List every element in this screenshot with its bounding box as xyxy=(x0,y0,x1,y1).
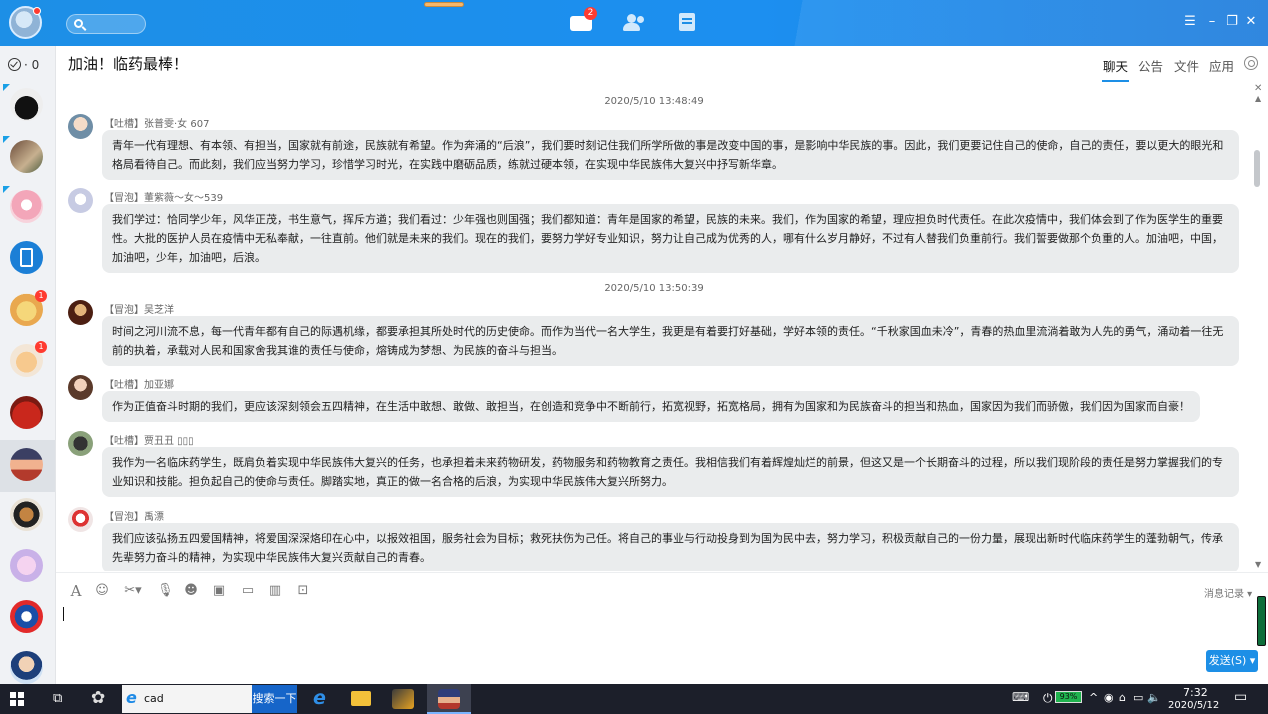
edge-icon[interactable]: e xyxy=(313,687,326,709)
avatar[interactable] xyxy=(68,188,93,213)
document-icon xyxy=(679,13,695,31)
emoji-icon[interactable]: ☺ xyxy=(94,583,110,599)
send-button[interactable]: 发送(S) ▾ xyxy=(1206,650,1258,672)
chat-title: 加油！临药最棒！ xyxy=(68,55,189,73)
fan-icon[interactable]: ✿ xyxy=(91,688,105,708)
search-input[interactable] xyxy=(66,14,146,34)
sender-name: 【吐槽】加亚娜 xyxy=(104,380,174,391)
text-cursor xyxy=(63,607,64,621)
message-bubble: 青年一代有理想、有本领、有担当，国家就有前途，民族就有希望。作为奔涌的“后浪”，… xyxy=(102,130,1239,180)
clock-time[interactable]: 7:32 xyxy=(1183,686,1208,699)
tab-space[interactable] xyxy=(677,12,699,32)
message-bubble: 我们学过：恰同学少年，风华正茂，书生意气，挥斥方遒；我们看过：少年强也则国强；我… xyxy=(102,204,1239,273)
task-view-icon[interactable]: ⧉ xyxy=(53,691,62,706)
avatar xyxy=(438,689,460,709)
close-button[interactable]: ✕ xyxy=(1243,14,1259,30)
message-bubble: 我作为一名临床药学生，既肩负着实现中华民族伟大复兴的任务，也承担着未来药物研发，… xyxy=(102,447,1239,497)
scrollbar[interactable] xyxy=(1254,150,1260,187)
avatar[interactable] xyxy=(68,375,93,400)
gift-icon[interactable]: ▥ xyxy=(267,583,283,599)
message-bubble: 作为正值奋斗时期的我们，更应该深刻领会五四精神，在生活中敢想、敢做、敢担当，在创… xyxy=(102,391,1200,422)
minimize-button[interactable]: – xyxy=(1204,14,1220,30)
conversation-item[interactable] xyxy=(10,600,43,633)
side-widget[interactable] xyxy=(1257,596,1266,646)
menu-icon[interactable]: ☰ xyxy=(1182,14,1198,30)
scroll-up-icon[interactable]: ▲ xyxy=(1255,94,1261,103)
sender-name: 【冒泡】吴芝洋 xyxy=(104,305,174,316)
message-history-button[interactable]: 消息记录 ▾ xyxy=(1204,585,1252,600)
avatar[interactable] xyxy=(68,300,93,325)
conversation-item[interactable] xyxy=(3,136,43,173)
network-icon[interactable]: ⌂ xyxy=(1119,691,1126,704)
search-icon xyxy=(74,19,83,28)
timestamp: 2020/5/10 13:50:39 xyxy=(604,283,704,294)
tab-files[interactable]: 文件 xyxy=(1174,56,1199,75)
tab-messages[interactable]: 2 xyxy=(570,7,597,32)
message-badge: 2 xyxy=(584,7,597,20)
message-bubble: 时间之河川流不息，每一代青年都有自己的际遇机缘，都要承担其所处时代的历史使命。而… xyxy=(102,316,1239,366)
message-input-area[interactable]: A ☺ ✂▾ 🎙 ☻ ▣ ▭ ▥ ⊡ 消息记录 ▾ 发送(S) ▾ xyxy=(56,572,1268,684)
windows-start-icon[interactable] xyxy=(10,692,24,706)
notification-icon[interactable]: ▭ xyxy=(1234,689,1247,705)
image-icon[interactable]: ▣ xyxy=(211,583,227,599)
conversation-item[interactable] xyxy=(10,498,43,531)
conversation-item[interactable] xyxy=(10,448,43,481)
keyboard-icon[interactable]: ⌨ xyxy=(1012,690,1029,704)
font-icon[interactable]: A xyxy=(68,583,84,599)
tab-chat[interactable]: 聊天 xyxy=(1101,56,1130,82)
close-icon[interactable]: ✕ xyxy=(1254,83,1262,94)
message-list[interactable]: 2020/5/10 13:48:49 【吐槽】张普雯·女 607 青年一代有理想… xyxy=(56,82,1252,571)
conversation-item[interactable] xyxy=(10,241,43,274)
conversation-item[interactable]: 1 xyxy=(10,341,47,377)
conversation-item[interactable] xyxy=(10,549,43,582)
user-avatar[interactable] xyxy=(9,6,42,39)
app-icon[interactable] xyxy=(392,689,414,709)
contacts-icon xyxy=(627,14,636,23)
avatar[interactable] xyxy=(68,114,93,139)
todo-counter[interactable]: · 0 xyxy=(8,58,39,72)
tab-contacts[interactable] xyxy=(622,12,644,32)
folder-icon[interactable]: ▭ xyxy=(240,583,256,599)
battery-icon[interactable]: ▭ xyxy=(1133,691,1143,704)
title-bar: 2 ☰ – ❐ ✕ xyxy=(0,0,1268,46)
conversation-item[interactable] xyxy=(10,396,43,429)
power-plug-icon[interactable]: ⏻ xyxy=(1043,691,1053,706)
scroll-down-icon[interactable]: ▼ xyxy=(1255,560,1261,569)
conversation-list: · 0 1 1 xyxy=(0,46,56,684)
sticker-icon[interactable]: ☻ xyxy=(183,583,199,599)
qq-taskbar-item[interactable] xyxy=(427,684,471,714)
skin-handle[interactable] xyxy=(424,2,464,7)
conversation-item[interactable] xyxy=(10,651,43,684)
conversation-item[interactable] xyxy=(3,186,43,223)
check-circle-icon xyxy=(8,58,21,71)
chevron-up-icon[interactable]: ^ xyxy=(1089,691,1098,704)
ie-icon: e xyxy=(126,688,137,707)
timestamp: 2020/5/10 13:48:49 xyxy=(604,96,704,107)
sender-name: 【冒泡】董紫薇～女～539 xyxy=(104,193,224,204)
tab-apps[interactable]: 应用 xyxy=(1209,56,1234,75)
volume-icon[interactable]: 🔈 xyxy=(1147,691,1161,704)
conversation-item[interactable] xyxy=(3,84,43,121)
more-icon[interactable]: ⊡ xyxy=(295,583,311,599)
message-bubble: 我们应该弘扬五四爱国精神，将爱国深深烙印在心中，以报效祖国，服务社会为目标；救死… xyxy=(102,523,1239,571)
status-dot xyxy=(33,7,41,15)
phone-icon xyxy=(20,248,33,267)
taskbar-search-input[interactable]: e cad xyxy=(122,685,252,713)
file-explorer-icon[interactable] xyxy=(351,691,371,706)
tab-announcement[interactable]: 公告 xyxy=(1138,56,1163,75)
sender-name: 【吐槽】贾丑丑 ▯▯▯ xyxy=(104,436,194,447)
battery-indicator[interactable]: 93% xyxy=(1055,691,1082,703)
screenshot-icon[interactable]: ✂▾ xyxy=(121,583,145,599)
avatar[interactable] xyxy=(68,431,93,456)
conversation-item[interactable]: 1 xyxy=(10,290,47,326)
sender-name: 【冒泡】禹漂 xyxy=(104,512,164,523)
tray-app-icon[interactable]: ◉ xyxy=(1104,691,1114,704)
clock-date[interactable]: 2020/5/12 xyxy=(1168,700,1219,711)
microphone-icon[interactable]: 🎙 xyxy=(157,583,174,599)
settings-icon[interactable] xyxy=(1244,56,1258,70)
sender-name: 【吐槽】张普雯·女 607 xyxy=(104,119,210,130)
maximize-button[interactable]: ❐ xyxy=(1224,14,1240,30)
avatar[interactable] xyxy=(68,507,93,532)
taskbar-search-button[interactable]: 搜索一下 xyxy=(252,685,297,713)
